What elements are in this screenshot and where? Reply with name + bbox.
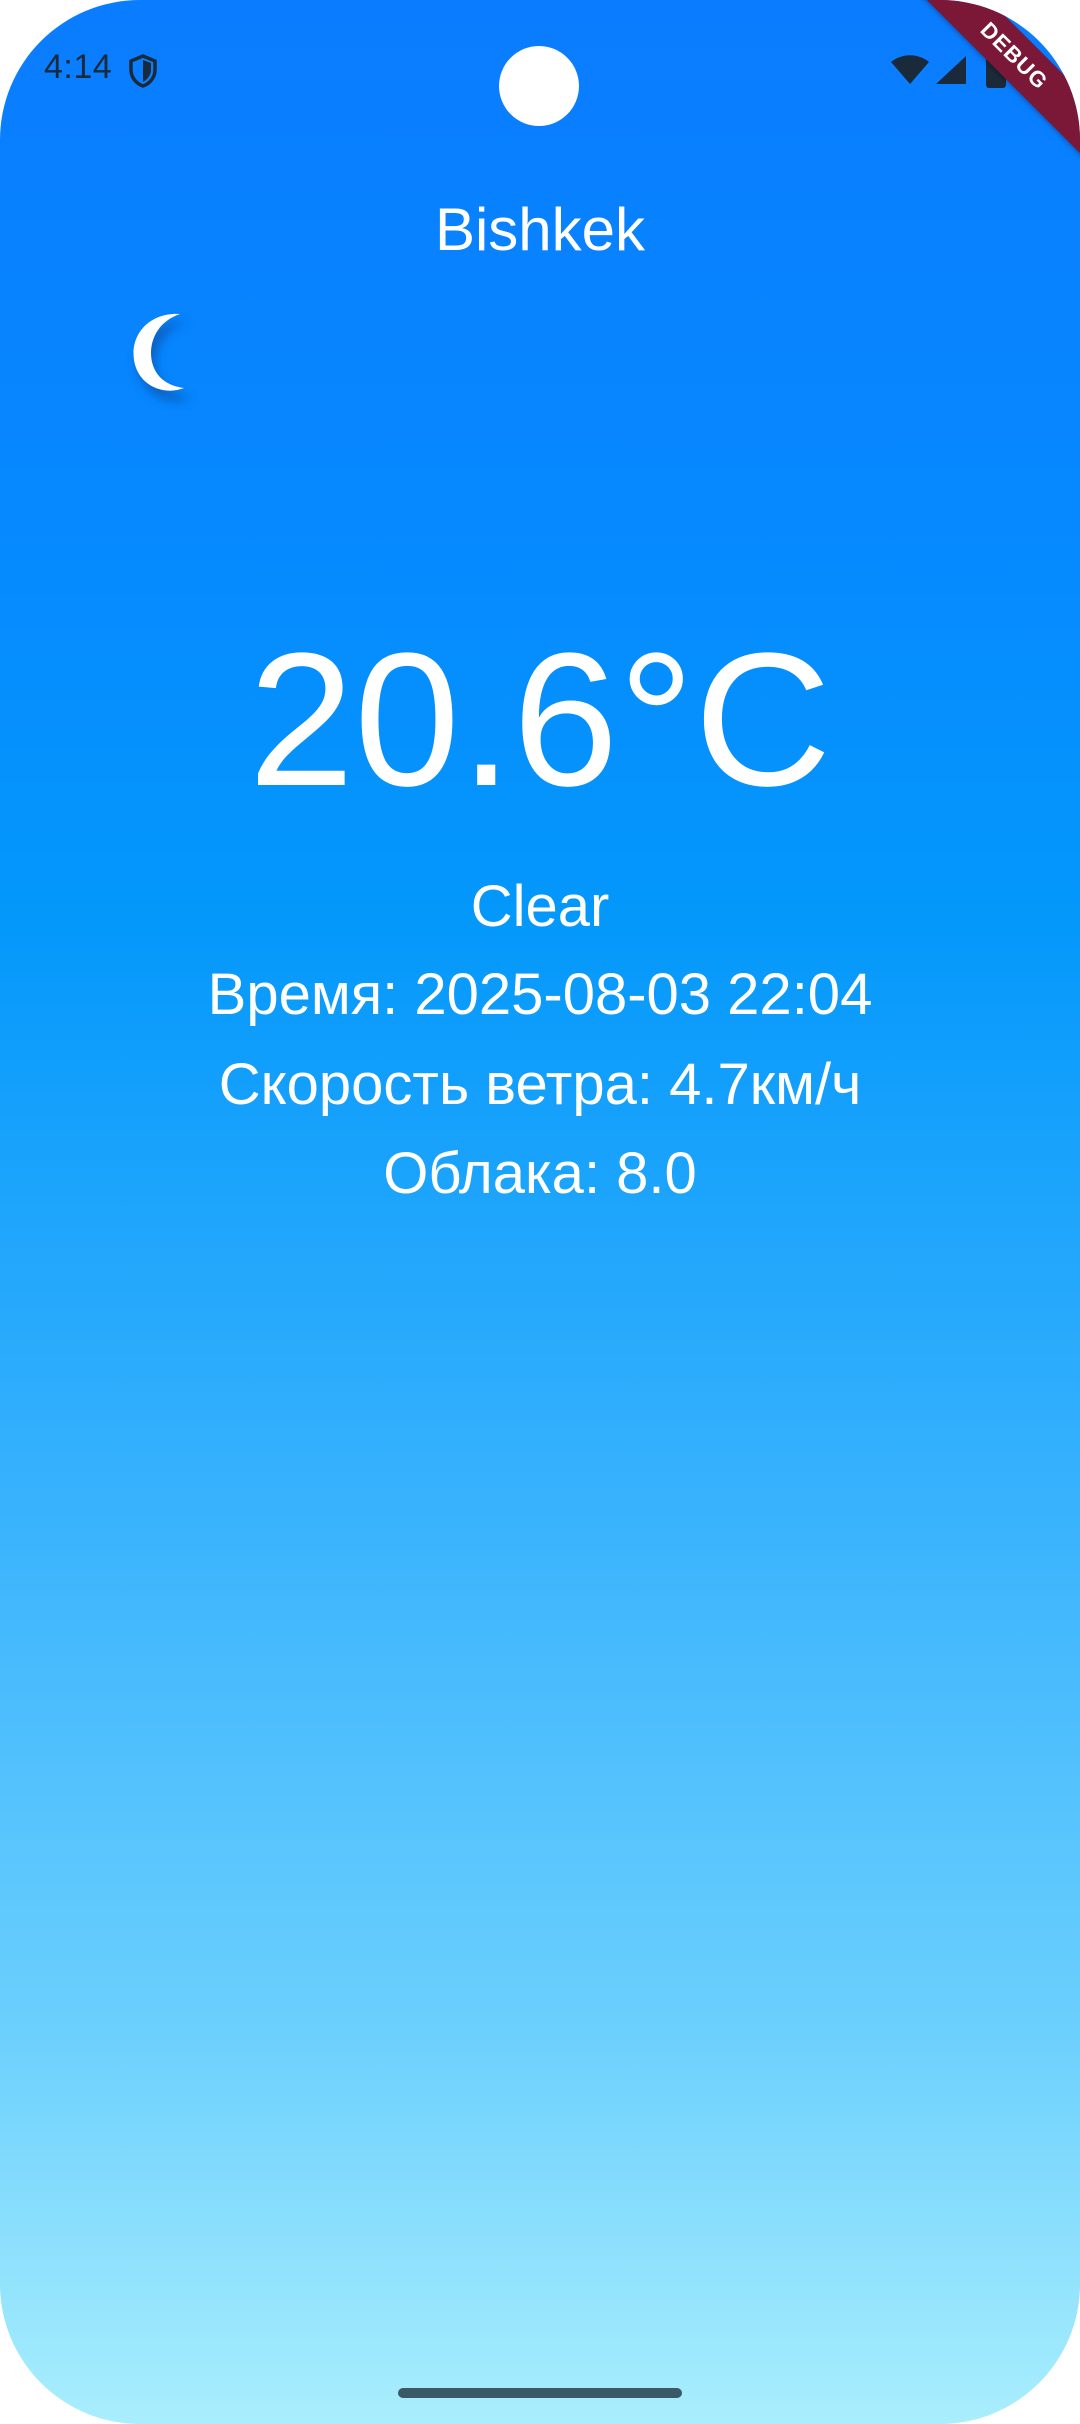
signal-icon: [936, 56, 966, 84]
shield-icon: [129, 54, 157, 88]
status-time: 4:14: [44, 48, 113, 86]
cloud-cover: Облака: 8.0: [383, 1141, 697, 1206]
moon-icon: [133, 313, 192, 401]
camera-cutout: [499, 46, 579, 126]
weather-condition: Clear: [470, 874, 610, 939]
wind-speed: Скорость ветра: 4.7км/ч: [218, 1052, 862, 1117]
temperature-display: 20.6°C: [248, 614, 832, 826]
app-screen: 4:14 DEBUG Bishkek 20.6°C Clear Время: 2…: [0, 0, 1080, 2424]
city-title: Bishkek: [434, 196, 646, 263]
home-indicator[interactable]: [398, 2388, 682, 2398]
observation-time: Время: 2025-08-03 22:04: [207, 962, 873, 1027]
status-bar: 4:14 DEBUG: [0, 0, 1080, 164]
wifi-icon: [891, 55, 929, 84]
